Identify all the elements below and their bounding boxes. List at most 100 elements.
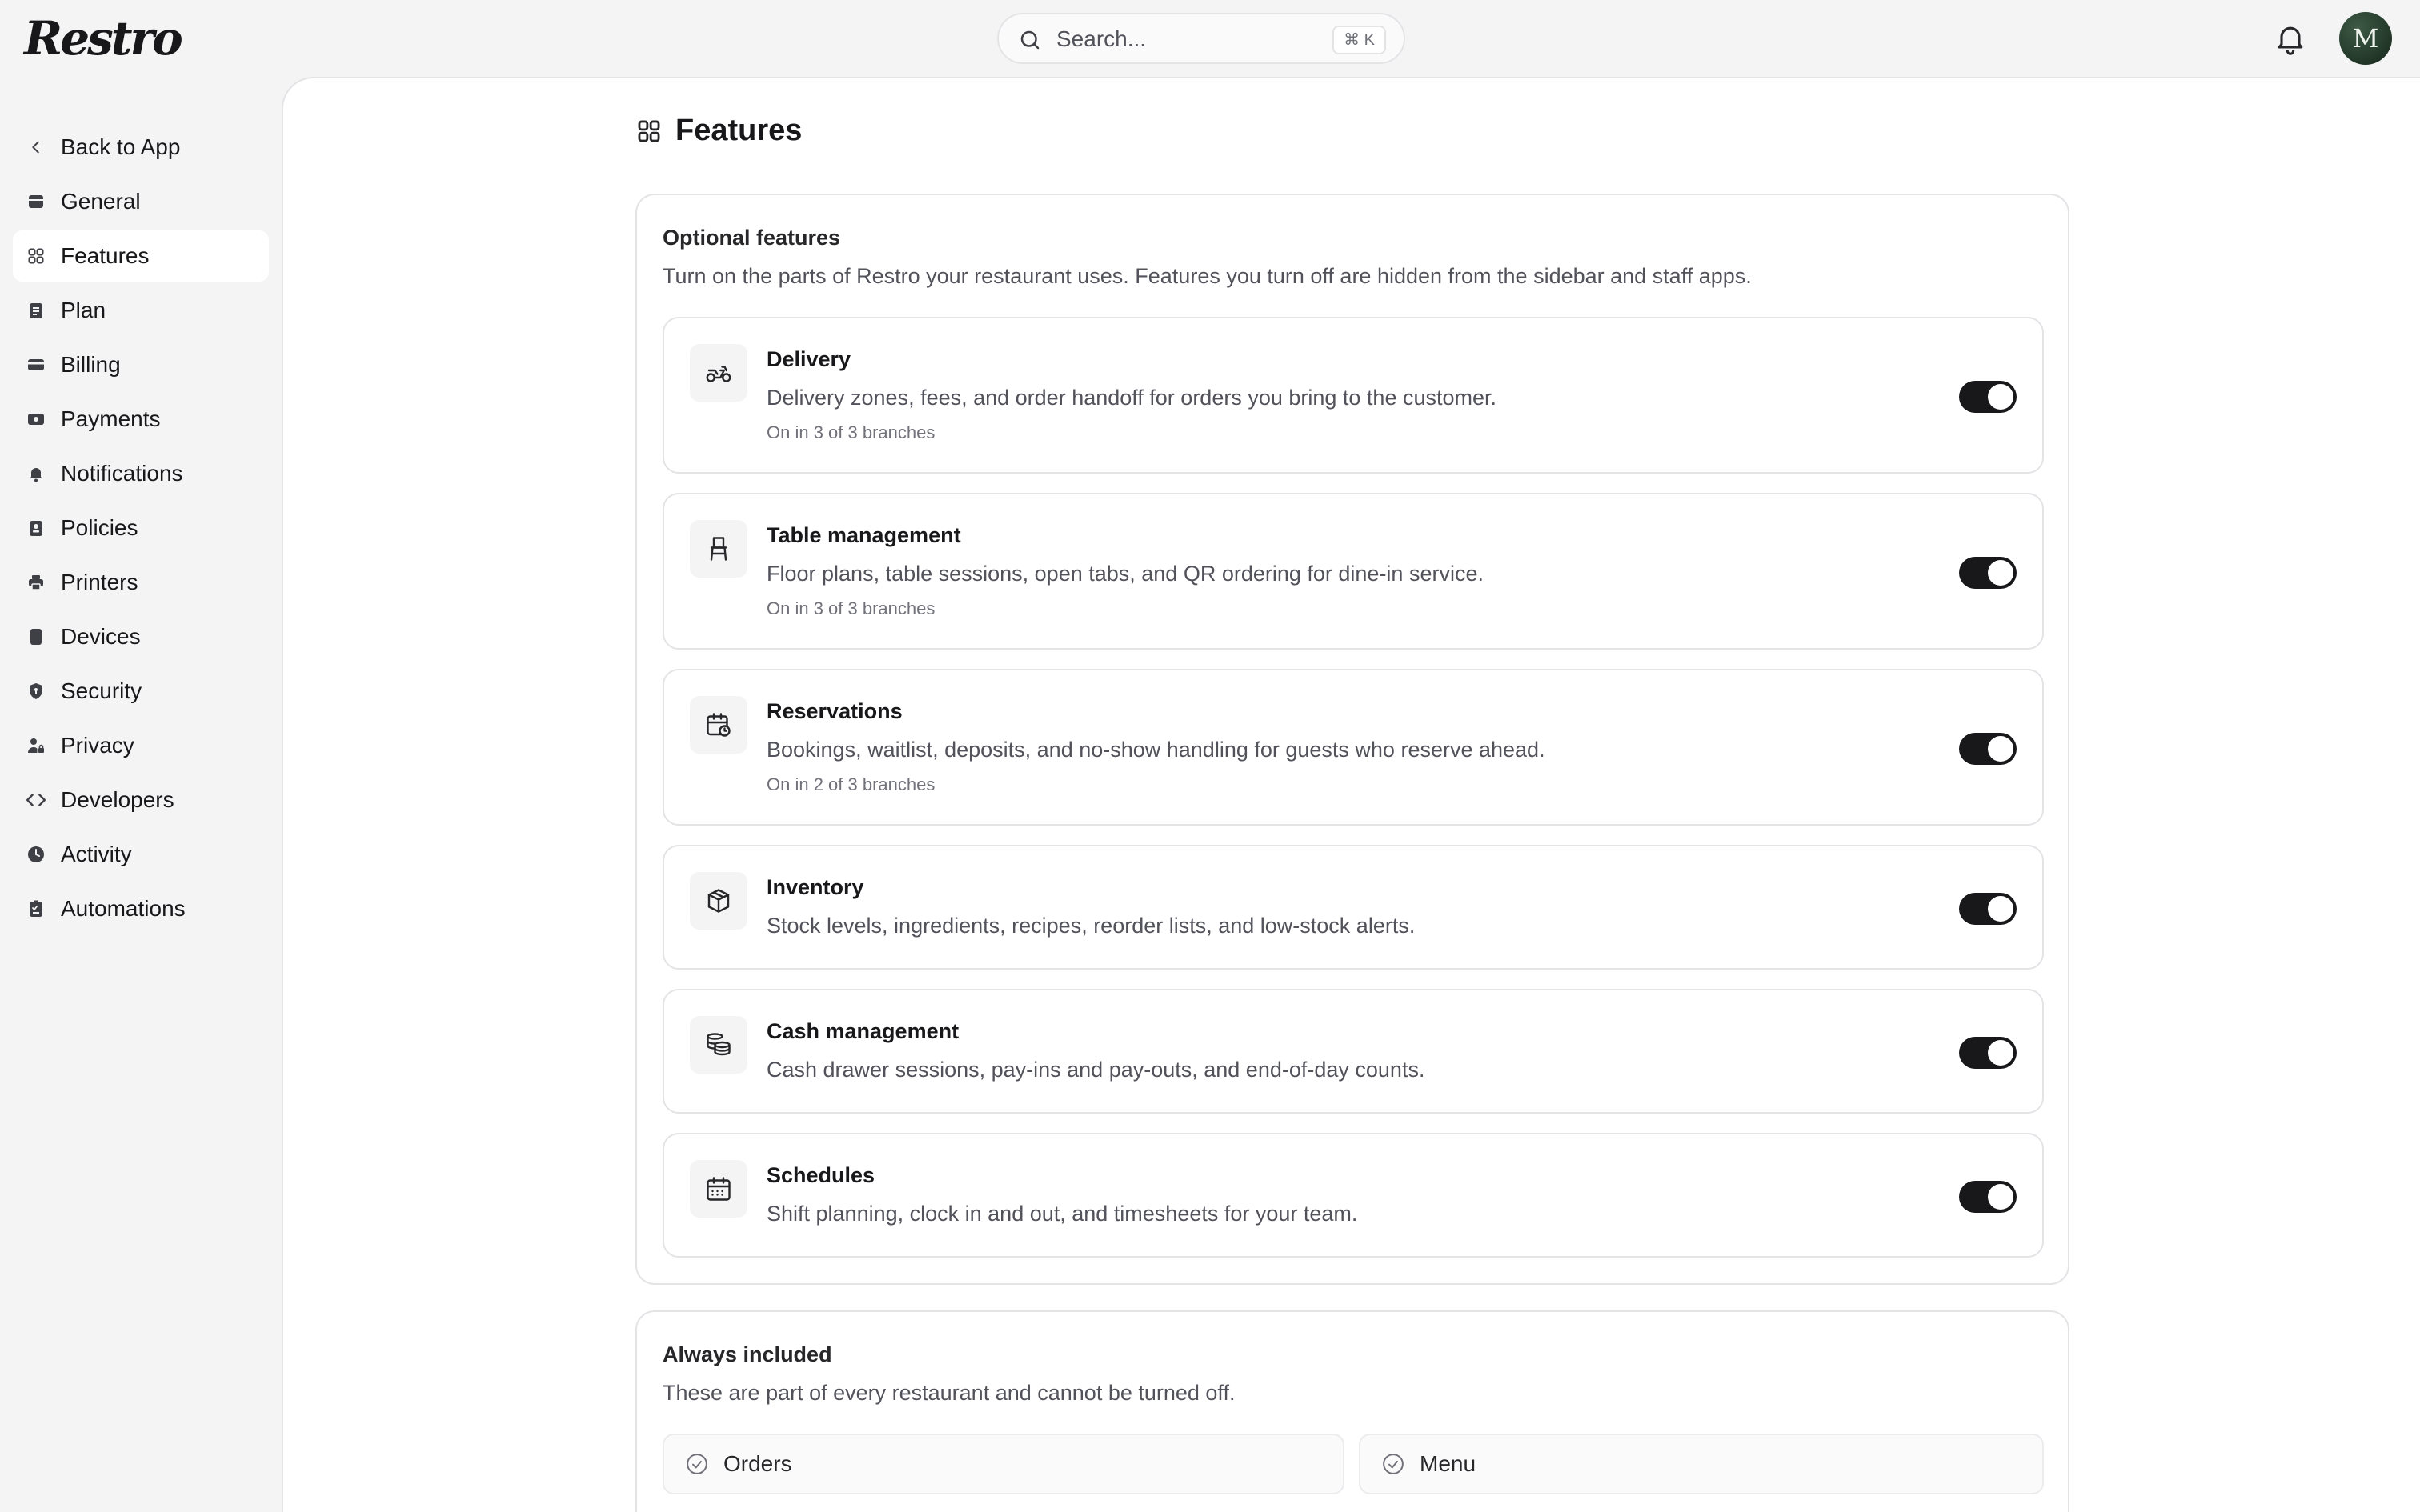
top-bar: Restro Search... ⌘ K M [0,0,2420,77]
included-item-label: Menu [1420,1451,1476,1476]
feature-branch-status: On in 3 of 3 branches [767,422,936,442]
feature-description: Stock levels, ingredients, recipes, reor… [767,914,1416,938]
toggle-knob [1988,896,2013,922]
included-item-label: Orders [723,1451,792,1476]
table-management-toggle[interactable] [1959,557,2017,589]
coins-icon [690,1016,747,1074]
settings-sidebar: Back to App General Features Plan Billin… [0,77,282,1512]
feature-description: Delivery zones, fees, and order handoff … [767,386,1497,410]
sidebar-item-features[interactable]: Features [13,230,269,282]
feature-name: Cash management [767,1019,960,1043]
toggle-knob [1988,736,2013,762]
notifications-bell-icon[interactable] [2273,21,2308,56]
toggle-knob [1988,384,2013,410]
always-included-card: Always included These are part of every … [635,1310,2069,1512]
sidebar-item-payments[interactable]: Payments [13,394,269,445]
sidebar-item-label: Plan [61,298,106,322]
feature-row-delivery: Delivery Delivery zones, fees, and order… [663,317,2044,474]
schedules-toggle[interactable] [1959,1181,2017,1213]
sidebar-item-label: Devices [61,624,141,649]
sidebar-item-label: Activity [61,842,132,866]
calendar-clock-icon [690,696,747,754]
tablet-icon [26,626,46,647]
section-description: Turn on the parts of Restro your restaur… [663,264,1752,288]
toggle-knob [1988,560,2013,586]
feature-name: Reservations [767,699,903,723]
store-icon [26,191,46,212]
feature-description: Shift planning, clock in and out, and ti… [767,1202,1358,1226]
code-icon [26,790,46,810]
feature-name: Inventory [767,875,864,899]
feature-row-table-management: Table management Floor plans, table sess… [663,493,2044,650]
bell-icon [26,463,46,484]
credit-card-icon [26,354,46,375]
clock-icon [26,844,46,865]
search-shortcut-badge: ⌘ K [1332,26,1386,54]
inventory-toggle[interactable] [1959,893,2017,925]
sidebar-item-label: General [61,189,141,214]
chevron-left-icon [26,137,46,158]
sidebar-item-label: Notifications [61,461,183,486]
feature-row-inventory: Inventory Stock levels, ingredients, rec… [663,845,2044,970]
check-circle-icon [685,1452,709,1476]
search-input[interactable]: Search... ⌘ K [997,13,1405,64]
sidebar-item-security[interactable]: Security [13,666,269,717]
policy-icon [26,518,46,538]
section-title: Optional features [663,226,841,250]
sidebar-item-label: Security [61,678,142,703]
page-title: Features [675,114,803,147]
search-icon [1018,28,1042,52]
feature-name: Table management [767,523,961,547]
grid-icon [635,118,663,145]
shield-icon [26,681,46,702]
feature-branch-status: On in 2 of 3 branches [767,774,936,794]
check-circle-icon [1381,1452,1405,1476]
feature-description: Bookings, waitlist, deposits, and no-sho… [767,738,1545,762]
sidebar-item-label: Automations [61,896,186,921]
section-description: These are part of every restaurant and c… [663,1381,1236,1405]
sidebar-item-privacy[interactable]: Privacy [13,720,269,771]
sidebar-item-activity[interactable]: Activity [13,829,269,880]
clipboard-icon [26,300,46,321]
feature-description: Cash drawer sessions, pay-ins and pay-ou… [767,1058,1425,1082]
sidebar-item-automations[interactable]: Automations [13,883,269,934]
page-header: Features [635,114,802,148]
sidebar-item-developers[interactable]: Developers [13,774,269,826]
sidebar-item-label: Printers [61,570,138,594]
search-placeholder: Search... [1056,26,1147,51]
sidebar-item-policies[interactable]: Policies [13,502,269,554]
delivery-toggle[interactable] [1959,381,2017,413]
sidebar-item-devices[interactable]: Devices [13,611,269,662]
sidebar-item-label: Features [61,243,150,268]
sidebar-item-general[interactable]: General [13,176,269,227]
sidebar-item-label: Payments [61,406,161,431]
reservations-toggle[interactable] [1959,733,2017,765]
printer-icon [26,572,46,593]
sidebar-item-label: Billing [61,352,121,377]
toggle-knob [1988,1184,2013,1210]
app-logo[interactable]: Restro [24,8,183,69]
sidebar-item-plan[interactable]: Plan [13,285,269,336]
section-title: Always included [663,1342,832,1366]
included-item-orders: Orders [663,1434,1344,1494]
wallet-icon [26,409,46,430]
chair-icon [690,520,747,578]
sidebar-item-label: Privacy [61,733,134,758]
sidebar-item-label: Policies [61,515,138,540]
feature-row-cash-management: Cash management Cash drawer sessions, pa… [663,989,2044,1114]
sidebar-item-printers[interactable]: Printers [13,557,269,608]
optional-features-card: Optional features Turn on the parts of R… [635,194,2069,1285]
back-to-app-link[interactable]: Back to App [13,122,269,173]
user-avatar[interactable]: M [2339,12,2392,65]
sidebar-item-billing[interactable]: Billing [13,339,269,390]
cash-management-toggle[interactable] [1959,1037,2017,1069]
feature-row-reservations: Reservations Bookings, waitlist, deposit… [663,669,2044,826]
user-lock-icon [26,735,46,756]
toggle-knob [1988,1040,2013,1066]
sidebar-item-notifications[interactable]: Notifications [13,448,269,499]
clipboard-list-icon [26,898,46,919]
calendar-icon [690,1160,747,1218]
grid-icon [26,246,46,266]
back-to-app-label: Back to App [61,134,181,159]
feature-row-schedules: Schedules Shift planning, clock in and o… [663,1133,2044,1258]
